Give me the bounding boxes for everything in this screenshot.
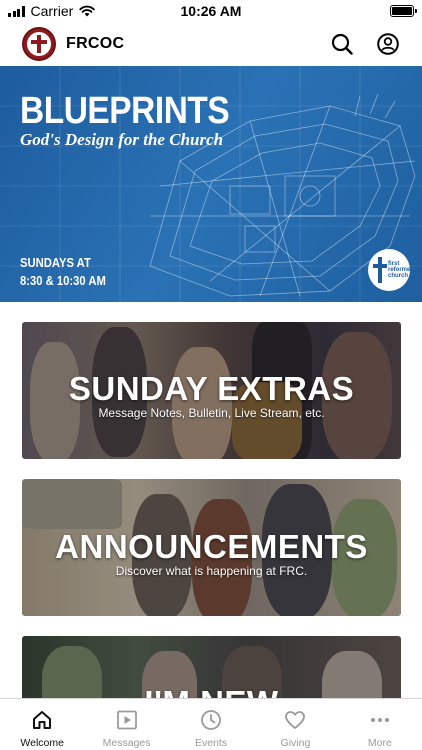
more-dots-icon [370,718,389,722]
tab-events[interactable]: Events [169,699,253,750]
cross-icon [373,257,387,283]
tab-label: More [367,737,392,749]
play-icon [116,710,137,730]
home-icon [33,711,52,729]
tab-label: Welcome [20,737,64,749]
app-header: FRCOC [0,22,422,66]
user-account-icon [377,33,399,55]
battery-icon [390,5,417,17]
badge-text: first reformed church [388,261,410,279]
hero-subtitle: God's Design for the Church [20,130,224,149]
status-left: Carrier [8,3,95,19]
tab-label: Events [194,737,228,749]
account-button[interactable] [376,32,400,56]
search-icon [331,33,353,55]
card-title: SUNDAY EXTRAS [68,370,355,407]
header-actions [330,32,400,56]
card-subtitle: Discover what is happening at FRC. [115,564,308,578]
app-title: FRCOC [66,35,125,52]
search-button[interactable] [330,32,354,56]
church-logo-icon[interactable] [22,27,56,61]
status-bar: Carrier 10:26 AM [0,0,422,22]
wifi-icon [79,5,95,17]
tab-giving[interactable]: Giving [253,699,337,750]
tab-label: Giving [280,737,311,749]
tab-label: Messages [102,737,151,749]
hero-banner[interactable]: BLUEPRINTS God's Design for the Church S… [0,66,422,302]
card-subtitle: Message Notes, Bulletin, Live Stream, et… [98,406,325,420]
card-announcements[interactable]: ANNOUNCEMENTS Discover what is happening… [22,479,401,616]
hero-schedule: SUNDAYS AT 8:30 & 10:30 AM [20,254,106,290]
card-sunday-extras[interactable]: SUNDAY EXTRAS Message Notes, Bulletin, L… [22,322,401,459]
clock-icon [201,710,221,730]
schedule-line-1: SUNDAYS AT [20,256,91,270]
church-badge-logo: first reformed church [368,249,410,291]
cellular-signal-icon [8,5,25,17]
carrier-label: Carrier [30,3,74,19]
schedule-line-2: 8:30 & 10:30 AM [20,274,106,288]
card-title: ANNOUNCEMENTS [55,528,368,565]
tab-messages[interactable]: Messages [84,699,168,750]
tab-welcome[interactable]: Welcome [0,699,84,750]
hero-title: BLUEPRINTS [20,90,230,132]
tab-bar: Welcome Messages Events Giving More [0,698,422,750]
heart-icon [285,711,306,729]
tab-more[interactable]: More [338,699,422,750]
